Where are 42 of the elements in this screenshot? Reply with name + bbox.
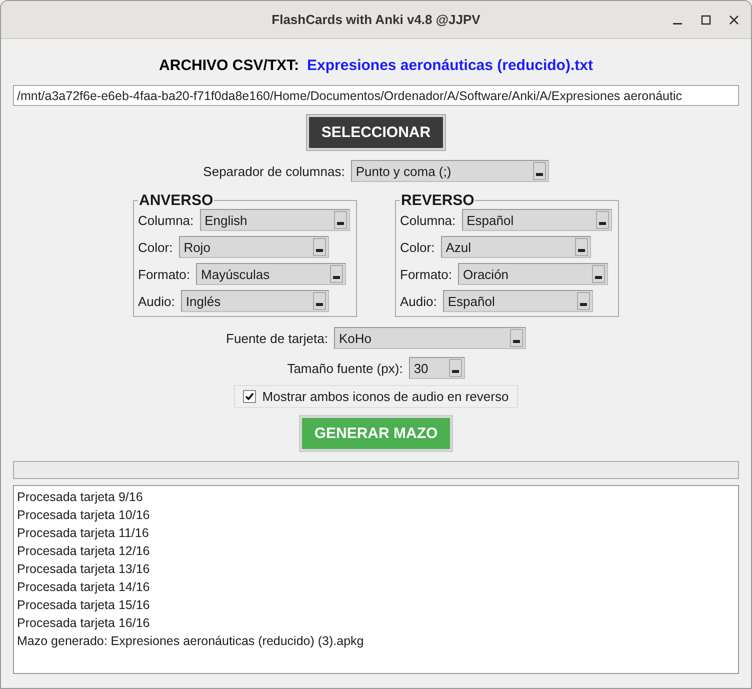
option-dropdown[interactable]: Español [462, 209, 612, 231]
window-title: FlashCards with Anki v4.8 @JJPV [272, 12, 480, 27]
group-title: ANVERSO [138, 192, 214, 209]
font-size-dropdown[interactable]: 30 [408, 357, 465, 379]
separator-dropdown[interactable]: Punto y coma (;) [350, 160, 549, 182]
option-dropdown[interactable]: Inglés [180, 290, 329, 312]
font-size-label: Tamaño fuente (px): [287, 360, 403, 376]
log-line: Procesada tarjeta 12/16 [17, 543, 151, 560]
path-field[interactable]: /mnt/a3a72f6e-e6eb-4faa-ba20-f71f0da8e160/Home/Documentos/Ordenador/A/Software/Anki/A/Expresiones aeronáutic [13, 85, 739, 106]
audio-icons-checkbox[interactable]: Mostrar ambos iconos de audio en reverso [234, 385, 518, 408]
log-line: Procesada tarjeta 15/16 [17, 597, 151, 614]
file-name: Expresiones aeronáuticas (reducido).txt [307, 57, 593, 74]
option-dropdown[interactable]: Mayúsculas [196, 263, 346, 285]
log-line: Procesada tarjeta 9/16 [17, 489, 144, 506]
log-line: Procesada tarjeta 16/16 [17, 615, 151, 632]
card-font-label: Fuente de tarjeta: [226, 330, 328, 346]
option-dropdown[interactable]: Oración [458, 263, 608, 285]
log-line: Procesada tarjeta 14/16 [17, 579, 151, 596]
log-line: Procesada tarjeta 11/16 [17, 525, 150, 542]
select-button[interactable]: SELECCIONAR [307, 115, 445, 150]
checkbox[interactable] [243, 390, 256, 403]
field-label: Color: [400, 240, 435, 254]
file-label: ARCHIVO CSV/TXT: [159, 57, 300, 74]
field-label: Audio: [138, 294, 175, 308]
card-font-dropdown[interactable]: KoHo [334, 327, 526, 349]
close-icon[interactable] [729, 14, 739, 24]
field-label: Audio: [400, 294, 437, 308]
option-dropdown[interactable]: Azul [440, 236, 591, 258]
field-label: Columna: [400, 212, 456, 228]
field-label: Color: [138, 240, 173, 254]
group-title: REVERSO [400, 192, 476, 209]
field-label: Formato: [400, 266, 452, 282]
log-line: Procesada tarjeta 13/16 [17, 561, 151, 578]
maximize-icon[interactable] [701, 14, 711, 24]
log-line: Mazo generado: Expresiones aeronáuticas (reducido) (3).apkg [17, 633, 365, 650]
option-dropdown[interactable]: Español [442, 290, 593, 312]
option-dropdown[interactable]: English [200, 209, 350, 231]
option-dropdown[interactable]: Rojo [178, 236, 329, 258]
field-label: Columna: [138, 212, 194, 228]
separator-label: Separador de columnas: [203, 164, 345, 178]
log-line: Procesada tarjeta 10/16 [17, 507, 151, 524]
field-label: Formato: [138, 266, 190, 282]
